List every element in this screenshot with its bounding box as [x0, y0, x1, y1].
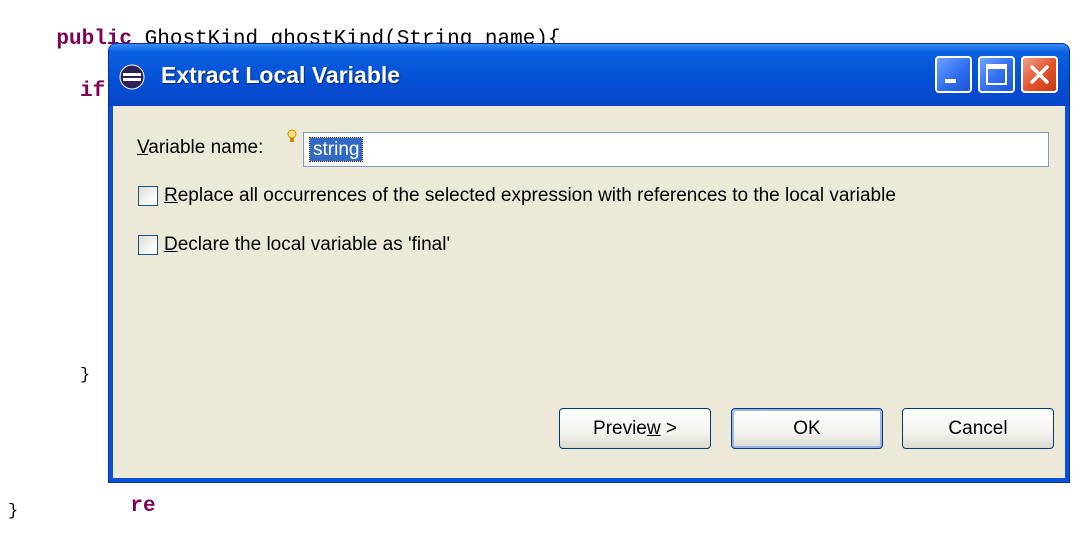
- dialog-body: Variable name: string Replace all occurr…: [113, 106, 1065, 478]
- dialog-titlebar[interactable]: Extract Local Variable: [109, 44, 1069, 106]
- replace-all-label[interactable]: Replace all occurrences of the selected …: [164, 185, 896, 207]
- variable-name-value: string: [308, 137, 364, 162]
- declare-final-rest: eclare the local variable as 'final': [177, 234, 451, 255]
- replace-all-checkbox[interactable]: [138, 186, 158, 206]
- outer-closing-brace: }: [8, 502, 19, 521]
- minimize-icon: [945, 79, 956, 83]
- maximize-button[interactable]: [978, 56, 1015, 93]
- ok-button[interactable]: OK: [731, 408, 883, 449]
- declare-final-mnemonic: D: [164, 234, 178, 255]
- replace-all-mnemonic: R: [164, 185, 178, 206]
- close-button[interactable]: [1021, 56, 1058, 93]
- minimize-button[interactable]: [935, 56, 972, 93]
- close-icon: [1030, 65, 1049, 84]
- if-keyword: if: [80, 80, 106, 103]
- preview-button[interactable]: Preview >: [559, 408, 711, 449]
- lightbulb-icon: [287, 129, 297, 142]
- preview-label-before: Previe: [593, 418, 647, 439]
- cancel-button[interactable]: Cancel: [902, 408, 1054, 449]
- replace-all-rest: eplace all occurrences of the selected e…: [177, 185, 896, 206]
- extract-local-variable-dialog: Extract Local Variable Variable name: st…: [108, 43, 1070, 483]
- preview-label-mnemonic: w: [646, 418, 661, 439]
- eclipse-icon: [119, 64, 145, 90]
- maximize-icon: [986, 64, 1007, 85]
- declare-final-checkbox[interactable]: [138, 235, 158, 255]
- return-fragment: re: [130, 495, 156, 518]
- variable-label-mnemonic: V: [137, 137, 149, 158]
- declare-final-label[interactable]: Declare the local variable as 'final': [164, 234, 450, 256]
- dialog-title: Extract Local Variable: [161, 62, 401, 88]
- preview-label-after: >: [660, 418, 677, 439]
- variable-label-rest: ariable name:: [148, 137, 264, 158]
- variable-name-label: Variable name:: [137, 137, 263, 159]
- inner-closing-brace: }: [80, 366, 91, 385]
- variable-name-input[interactable]: string: [303, 132, 1049, 167]
